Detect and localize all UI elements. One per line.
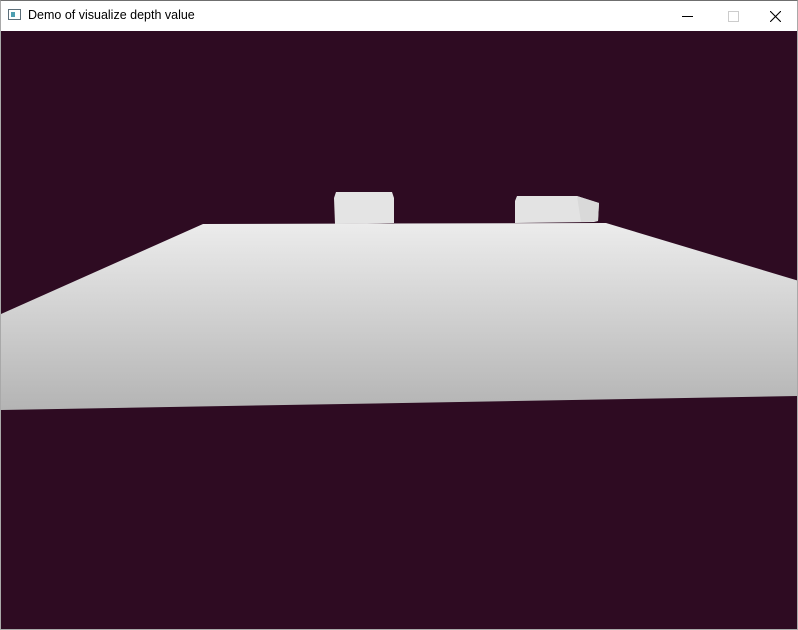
title-bar[interactable]: Demo of visualize depth value [1, 1, 797, 31]
render-viewport[interactable] [1, 31, 797, 629]
cube-left [334, 192, 394, 224]
depth-scene [1, 31, 797, 629]
close-button[interactable] [752, 1, 798, 31]
minimize-button[interactable] [664, 1, 710, 31]
minimize-icon [682, 16, 693, 17]
app-window-icon [8, 9, 21, 20]
maximize-button [710, 1, 756, 31]
close-icon [770, 11, 781, 22]
window-title: Demo of visualize depth value [28, 8, 195, 22]
maximize-icon [728, 11, 739, 22]
app-window: Demo of visualize depth value [0, 0, 798, 630]
